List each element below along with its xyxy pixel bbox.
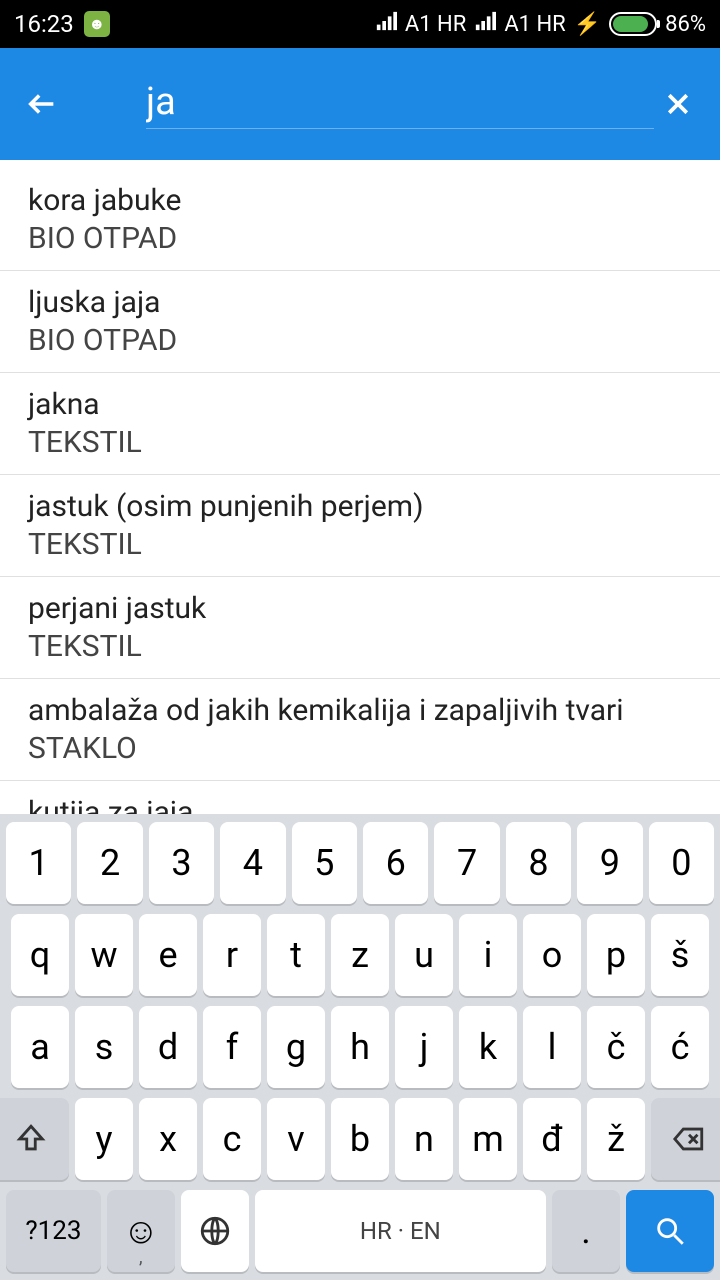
status-app-icon: ☻ [84,11,110,37]
key-f[interactable]: f [203,1006,261,1088]
list-item[interactable]: ljuska jaja BIO OTPAD [0,271,720,373]
key-3[interactable]: 3 [149,822,214,904]
key-l[interactable]: l [523,1006,581,1088]
key-5[interactable]: 5 [292,822,357,904]
item-title: ljuska jaja [28,284,692,322]
shift-key[interactable] [0,1098,69,1180]
status-bar: 16:23 ☻ A1 HR A1 HR ⚡ 86% [0,0,720,48]
key-s-caron[interactable]: š [651,914,709,996]
key-w[interactable]: w [75,914,133,996]
comma-sublabel: , [139,1247,143,1268]
key-c-acute[interactable]: ć [651,1006,709,1088]
list-item[interactable]: ambalaža od jakih kemikalija i zapaljivi… [0,679,720,781]
key-j[interactable]: j [395,1006,453,1088]
key-1[interactable]: 1 [6,822,71,904]
key-z-caron[interactable]: ž [587,1098,645,1180]
item-category: BIO OTPAD [28,220,692,258]
key-p[interactable]: p [587,914,645,996]
key-d-stroke[interactable]: đ [523,1098,581,1180]
backspace-icon [672,1122,706,1156]
key-h[interactable]: h [331,1006,389,1088]
key-i[interactable]: i [459,914,517,996]
emoji-icon: ☺ [122,1210,159,1252]
item-category: BIO OTPAD [28,322,692,360]
item-category: STAKLO [28,730,692,768]
key-v[interactable]: v [267,1098,325,1180]
key-9[interactable]: 9 [577,822,642,904]
language-key[interactable] [181,1190,249,1272]
search-bar [0,48,720,160]
item-category: TEKSTIL [28,628,692,666]
list-item[interactable]: perjani jastuk TEKSTIL [0,577,720,679]
key-x[interactable]: x [139,1098,197,1180]
key-q[interactable]: q [11,914,69,996]
key-y[interactable]: y [75,1098,133,1180]
key-o[interactable]: o [523,914,581,996]
key-a[interactable]: a [11,1006,69,1088]
globe-icon [198,1214,232,1248]
key-d[interactable]: d [139,1006,197,1088]
key-2[interactable]: 2 [77,822,142,904]
signal-icon-1 [375,10,397,38]
key-8[interactable]: 8 [506,822,571,904]
key-6[interactable]: 6 [363,822,428,904]
key-s[interactable]: s [75,1006,133,1088]
item-category: TEKSTIL [28,424,692,462]
item-title: kora jabuke [28,182,692,220]
item-title: perjani jastuk [28,590,692,628]
search-input[interactable] [146,80,654,129]
backspace-key[interactable] [651,1098,720,1180]
carrier-2: A1 HR [504,12,565,37]
signal-icon-2 [474,10,496,38]
symbols-key[interactable]: ?123 [6,1190,101,1272]
key-k[interactable]: k [459,1006,517,1088]
key-7[interactable]: 7 [434,822,499,904]
search-icon [653,1214,687,1248]
charging-icon: ⚡ [574,12,601,37]
key-n[interactable]: n [395,1098,453,1180]
list-item[interactable]: jastuk (osim punjenih perjem) TEKSTIL [0,475,720,577]
battery-icon [609,12,657,36]
key-t[interactable]: t [267,914,325,996]
battery-percent: 86% [665,12,706,37]
item-title: ambalaža od jakih kemikalija i zapaljivi… [28,692,692,730]
list-item[interactable]: kora jabuke BIO OTPAD [0,160,720,271]
emoji-key[interactable]: ☺ , [107,1190,175,1272]
status-time: 16:23 [14,10,74,38]
period-key[interactable]: . [552,1190,620,1272]
shift-icon [14,1122,48,1156]
key-g[interactable]: g [267,1006,325,1088]
item-title: jakna [28,386,692,424]
key-u[interactable]: u [395,914,453,996]
clear-button[interactable] [654,80,702,128]
key-4[interactable]: 4 [220,822,285,904]
results-list: kora jabuke BIO OTPAD ljuska jaja BIO OT… [0,160,720,845]
carrier-1: A1 HR [405,12,466,37]
key-0[interactable]: 0 [649,822,714,904]
item-category: TEKSTIL [28,526,692,564]
key-r[interactable]: r [203,914,261,996]
key-m[interactable]: m [459,1098,517,1180]
space-key[interactable]: HR · EN [255,1190,547,1272]
search-key[interactable] [626,1190,714,1272]
key-c-caron[interactable]: č [587,1006,645,1088]
keyboard: 1 2 3 4 5 6 7 8 9 0 q w e r t z u i o p … [0,814,720,1280]
key-z[interactable]: z [331,914,389,996]
key-e[interactable]: e [139,914,197,996]
key-c[interactable]: c [203,1098,261,1180]
item-title: jastuk (osim punjenih perjem) [28,488,692,526]
key-b[interactable]: b [331,1098,389,1180]
list-item[interactable]: jakna TEKSTIL [0,373,720,475]
back-button[interactable] [18,80,66,128]
